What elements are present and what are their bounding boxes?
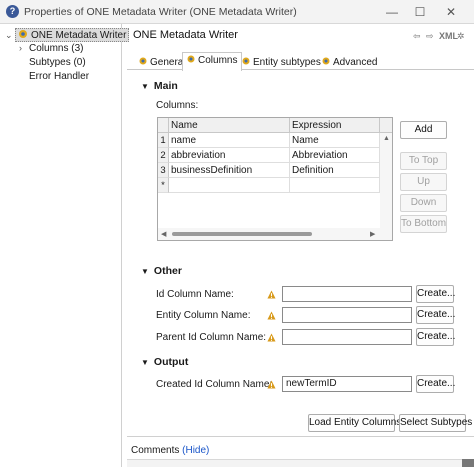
- row-number: 2: [158, 148, 169, 163]
- create-entity-column-button[interactable]: Create...: [416, 306, 455, 324]
- title-bar: ? Properties of ONE Metadata Writer (ONE…: [0, 0, 474, 24]
- section-other-label: Other: [153, 265, 182, 277]
- table-row[interactable]: 3 businessDefinition Definition: [158, 163, 380, 178]
- tree-item-root[interactable]: ONE Metadata Writer: [15, 28, 130, 42]
- new-row-marker: *: [158, 178, 169, 193]
- created-id-column-name-label: Created Id Column Name:: [156, 379, 273, 390]
- section-other[interactable]: ▼ Other: [141, 265, 182, 277]
- parent-id-column-name-label: Parent Id Column Name:: [156, 332, 267, 343]
- to-bottom-button[interactable]: To Bottom: [400, 215, 447, 233]
- settings-icon[interactable]: ✲: [457, 31, 465, 42]
- columns-table: Name Expression 1 name Name 2 abbreviati…: [157, 117, 393, 241]
- tab-general-label: General: [150, 57, 186, 68]
- column-header-name[interactable]: Name: [169, 118, 290, 133]
- section-output[interactable]: ▼ Output: [141, 356, 188, 368]
- tree-root-label: ONE Metadata Writer: [31, 30, 127, 41]
- row-number: 3: [158, 163, 169, 178]
- forward-icon[interactable]: ⇨: [426, 31, 434, 42]
- chevron-down-icon: ▼: [141, 82, 149, 91]
- comments-area[interactable]: [127, 459, 474, 467]
- scroll-left-icon[interactable]: ◀: [161, 230, 166, 238]
- chevron-down-icon: ▼: [141, 358, 149, 367]
- help-icon: ?: [6, 5, 19, 18]
- table-row[interactable]: 2 abbreviation Abbreviation: [158, 148, 380, 163]
- warning-icon: [267, 311, 276, 320]
- column-header-expression[interactable]: Expression: [290, 118, 380, 133]
- scrollbar[interactable]: [462, 459, 474, 467]
- warning-icon: [267, 290, 276, 299]
- table-horizontal-scrollbar[interactable]: ◀ ▶: [158, 228, 392, 240]
- tab-advanced[interactable]: Advanced: [317, 54, 382, 70]
- add-button[interactable]: Add: [400, 121, 447, 139]
- component-node-icon: [242, 57, 250, 65]
- collapse-arrow-icon[interactable]: ⌄: [5, 30, 13, 41]
- comments-label: Comments: [131, 445, 180, 456]
- tab-columns[interactable]: Columns: [182, 52, 243, 71]
- row-number: 1: [158, 133, 169, 148]
- cell-name[interactable]: name: [169, 133, 290, 148]
- component-node-icon: [187, 55, 195, 63]
- tab-bar: General Columns Entity subtypes Advanced: [127, 52, 474, 71]
- tree-item-subtypes[interactable]: Subtypes (0): [29, 56, 86, 70]
- cell-expression[interactable]: Definition: [290, 163, 380, 178]
- component-node-icon: [139, 57, 147, 65]
- id-column-name-label: Id Column Name:: [156, 289, 234, 300]
- load-entity-columns-button[interactable]: Load Entity Columns: [308, 414, 401, 432]
- warning-icon: [267, 333, 276, 342]
- hide-comments-link[interactable]: (Hide): [182, 445, 209, 456]
- table-header: Name Expression: [158, 118, 392, 133]
- table-row[interactable]: 1 name Name: [158, 133, 380, 148]
- tab-entity-subtypes[interactable]: Entity subtypes: [237, 54, 326, 70]
- new-row[interactable]: *: [158, 178, 380, 193]
- close-button[interactable]: ✕: [441, 3, 461, 21]
- navigation-tree: ⌄ ONE Metadata Writer › Columns (3) Subt…: [0, 24, 130, 467]
- window-title: Properties of ONE Metadata Writer (ONE M…: [24, 6, 297, 18]
- to-top-button[interactable]: To Top: [400, 152, 447, 170]
- divider: [127, 436, 474, 437]
- columns-label: Columns:: [156, 100, 199, 111]
- chevron-down-icon: ▼: [141, 267, 149, 276]
- id-column-name-input[interactable]: [282, 286, 412, 302]
- down-button[interactable]: Down: [400, 194, 447, 212]
- tab-advanced-label: Advanced: [333, 57, 378, 68]
- cell-name[interactable]: abbreviation: [169, 148, 290, 163]
- component-node-icon: [322, 57, 330, 65]
- select-subtypes-button[interactable]: Select Subtypes: [399, 414, 472, 432]
- tree-item-columns[interactable]: Columns (3): [29, 42, 83, 56]
- scroll-up-icon[interactable]: ▲: [383, 135, 390, 142]
- section-main-label: Main: [153, 80, 178, 92]
- component-node-icon: [19, 30, 27, 38]
- tree-item-error-handler[interactable]: Error Handler: [29, 70, 89, 84]
- scroll-right-icon[interactable]: ▶: [370, 230, 375, 238]
- cell-expression[interactable]: Name: [290, 133, 380, 148]
- row-number-header: [158, 118, 169, 133]
- create-id-column-button[interactable]: Create...: [416, 285, 455, 303]
- section-output-label: Output: [153, 356, 189, 368]
- cell-expression-new[interactable]: [290, 178, 380, 193]
- maximize-button[interactable]: ☐: [410, 3, 430, 21]
- create-output-column-button[interactable]: Create...: [416, 375, 455, 393]
- minimize-button[interactable]: —: [382, 3, 402, 21]
- entity-column-name-label: Entity Column Name:: [156, 310, 251, 321]
- cell-name[interactable]: businessDefinition: [169, 163, 290, 178]
- create-parent-id-column-button[interactable]: Create...: [416, 328, 455, 346]
- cell-name-new[interactable]: [169, 178, 290, 193]
- comments-bar: Comments (Hide): [131, 445, 209, 456]
- up-button[interactable]: Up: [400, 173, 447, 191]
- page-title: ONE Metadata Writer: [133, 29, 238, 41]
- xml-icon[interactable]: XML: [439, 31, 458, 41]
- cell-expression[interactable]: Abbreviation: [290, 148, 380, 163]
- tab-entity-subtypes-label: Entity subtypes: [253, 57, 321, 68]
- created-id-column-name-input[interactable]: newTermID: [282, 376, 412, 392]
- expand-arrow-icon[interactable]: ›: [19, 43, 22, 53]
- back-icon[interactable]: ⇦: [413, 31, 421, 42]
- warning-icon: [267, 380, 276, 389]
- table-vertical-scrollbar[interactable]: ▲ ▼: [380, 133, 392, 240]
- tab-columns-label: Columns: [198, 55, 238, 66]
- entity-column-name-input[interactable]: [282, 307, 412, 323]
- parent-id-column-name-input[interactable]: [282, 329, 412, 345]
- section-main[interactable]: ▼ Main: [141, 80, 178, 92]
- scroll-thumb[interactable]: [172, 232, 312, 236]
